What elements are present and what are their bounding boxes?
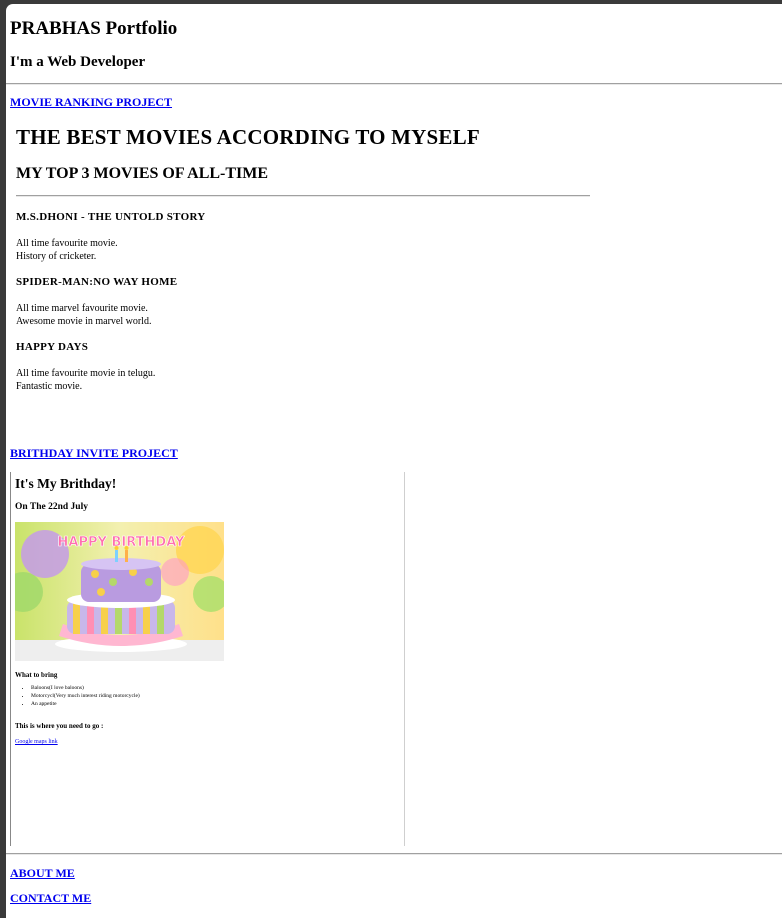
movie-page-title: THE BEST MOVIES ACCORDING TO MYSELF [16, 125, 480, 149]
footer-divider [6, 853, 782, 855]
movie-project-link[interactable]: MOVIE RANKING PROJECT [10, 95, 172, 110]
site-title: PRABHAS Portfolio [10, 18, 178, 39]
birthday-project-link[interactable]: BRITHDAY INVITE PROJECT [10, 446, 178, 461]
movie-desc-line: All time marvel favourite movie. [16, 303, 148, 314]
movie-page-subtitle: MY TOP 3 MOVIES OF ALL-TIME [16, 165, 269, 182]
contact-me-link[interactable]: CONTACT ME [10, 891, 91, 906]
list-item: An appetite [31, 700, 140, 708]
where-heading: This is where you need to go : [15, 722, 104, 730]
movie-title: SPIDER-MAN:NO WAY HOME [16, 276, 178, 288]
birthday-cake-image: HAPPY BIRTHDAY [15, 522, 224, 661]
movie-desc-line: All time favourite movie. [16, 238, 118, 249]
birthday-title: It's My Brithday! [15, 476, 117, 491]
browser-page: PRABHAS Portfolio I'm a Web Developer MO… [6, 4, 782, 918]
movie-title: M.S.DHONI - THE UNTOLD STORY [16, 211, 206, 223]
list-item: Baloons(I love baloons) [31, 684, 140, 692]
birthday-date: On The 22nd July [15, 502, 88, 512]
movie-title: HAPPY DAYS [16, 341, 89, 353]
movie-description: All time favourite movie. History of cri… [16, 237, 118, 263]
movie-desc-line: History of cricketer. [16, 251, 97, 262]
about-me-link[interactable]: ABOUT ME [10, 866, 75, 881]
list-item: Motorcycl(Very much interest riding moto… [31, 692, 140, 700]
movie-description: All time favourite movie in telugu. Fant… [16, 367, 155, 393]
movie-description: All time marvel favourite movie. Awesome… [16, 302, 151, 328]
movie-divider [16, 195, 590, 197]
header-divider [6, 83, 782, 85]
bring-heading: What to bring [15, 671, 58, 679]
google-maps-link[interactable]: Google maps link [15, 739, 58, 745]
movie-desc-line: All time favourite movie in telugu. [16, 368, 156, 379]
movie-desc-line: Fantastic movie. [16, 381, 83, 392]
cake-illustration: HAPPY BIRTHDAY [15, 522, 224, 661]
movie-desc-line: Awesome movie in marvel world. [16, 316, 152, 327]
site-subtitle: I'm a Web Developer [10, 54, 146, 70]
birthday-invite-frame[interactable]: It's My Brithday! On The 22nd July HAPPY… [10, 472, 405, 846]
cake-sign-text: HAPPY BIRTHDAY [58, 535, 185, 550]
bring-list: Baloons(I love baloons) Motorcycl(Very m… [19, 684, 140, 708]
